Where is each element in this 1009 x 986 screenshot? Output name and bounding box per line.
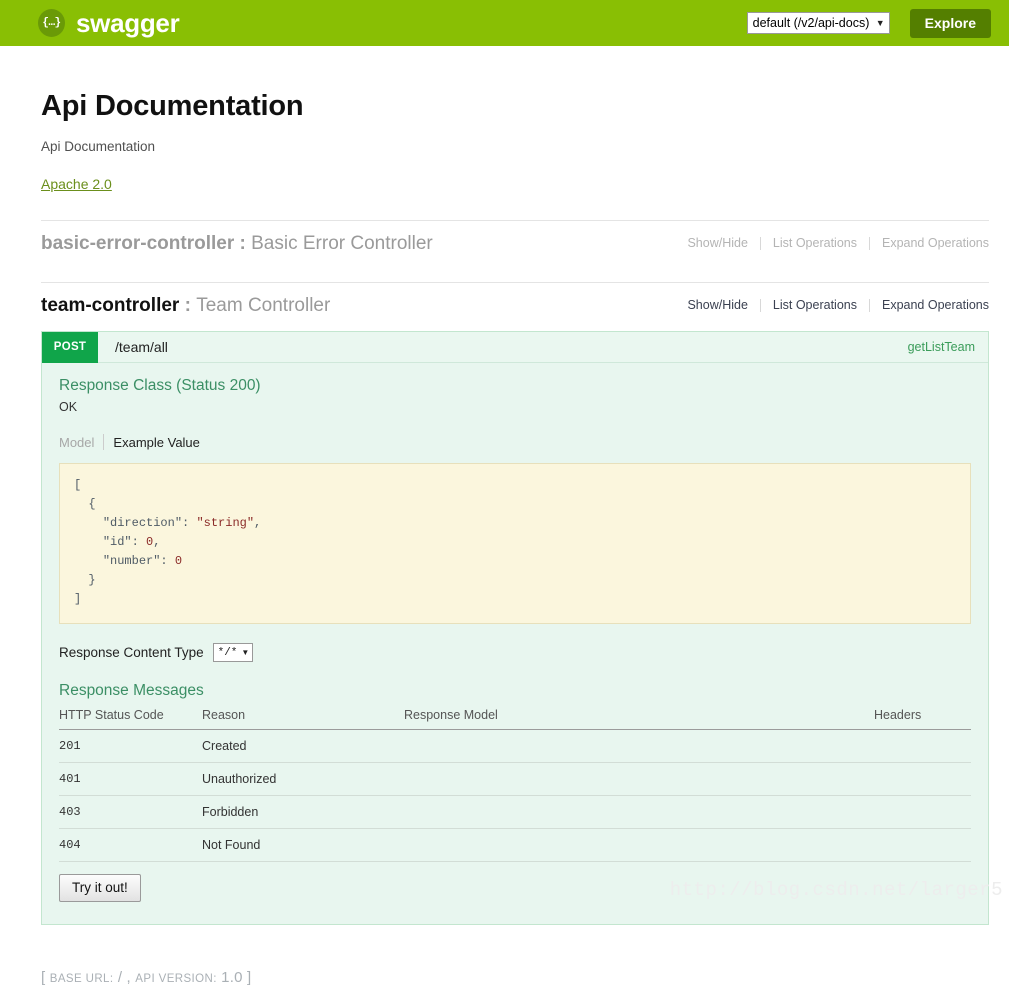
show-hide-link[interactable]: Show/Hide [675,298,759,312]
cell-response-model [404,828,874,862]
chevron-down-icon: ▼ [241,648,250,657]
table-row: 401 Unauthorized [59,762,971,796]
expand-operations-link[interactable]: Expand Operations [870,236,989,250]
response-class-title: Response Class (Status 200) [59,377,261,394]
response-content-type-value: */* [217,646,238,659]
json-line-open-array: [ [74,478,82,492]
example-value-code-block: [ { "direction": "string", "id": 0, "num… [59,463,971,624]
operation-path[interactable]: /team/all [98,339,168,355]
table-row: 404 Not Found [59,828,971,862]
json-value-number: 0 [174,554,183,568]
top-bar: {…} swagger default (/v2/api-docs) ▼ Exp… [0,0,1009,46]
json-value-direction: "string" [196,516,255,530]
resource-team-controller: team-controller : Team Controller Show/H… [41,282,989,322]
base-url-value: / , [117,969,131,986]
cell-reason: Forbidden [202,795,404,829]
api-description: Api Documentation [41,139,156,154]
response-content-type-label: Response Content Type [59,645,204,660]
cell-response-model [404,795,874,829]
table-header-row: HTTP Status Code Reason Response Model H… [59,708,971,730]
cell-headers [874,828,971,862]
resource-description: Basic Error Controller [251,233,433,254]
response-content-type-row: Response Content Type */* ▼ [59,643,971,662]
operation-nickname[interactable]: getListTeam [908,340,975,354]
footer-info: [ BASE URL: / , API VERSION: 1.0 ] [41,969,989,986]
th-http-status-code: HTTP Status Code [59,708,202,730]
footer-open-bracket: [ [41,969,46,986]
api-version-label: API VERSION: [135,973,217,985]
json-key-id: "id" [102,535,132,549]
cell-status-code: 401 [59,762,202,796]
swagger-braces-icon: {…} [38,9,65,37]
topbar-controls: default (/v2/api-docs) ▼ Explore [746,0,991,46]
json-line-close-array: ] [74,592,82,606]
license-link[interactable]: Apache 2.0 [41,176,112,192]
response-messages-title: Response Messages [59,682,204,699]
cell-reason: Not Found [202,828,404,862]
operation-post-team-all: POST /team/all getListTeam Response Clas… [41,331,989,925]
resource-basic-error-controller: basic-error-controller : Basic Error Con… [41,220,989,260]
main-content: Api Documentation Api Documentation Apac… [0,90,1009,986]
operation-body: Response Class (Status 200) OK Model Exa… [42,363,988,924]
cell-response-model [404,729,874,763]
resource-name: team-controller [41,295,180,316]
table-row: 403 Forbidden [59,795,971,829]
resource-separator: : [179,295,197,316]
base-url-label: BASE URL: [49,973,114,985]
resource-separator: : [234,233,252,254]
resource-description: Team Controller [196,295,331,316]
spec-url-value: default (/v2/api-docs) [752,15,870,30]
try-it-out-button[interactable]: Try it out! [59,874,141,902]
th-reason: Reason [202,708,404,730]
resource-name: basic-error-controller [41,233,235,254]
tab-example-value[interactable]: Example Value [104,435,199,450]
explore-button[interactable]: Explore [909,8,991,38]
json-line-close-object: } [74,573,96,587]
cell-status-code: 404 [59,828,202,862]
cell-status-code: 403 [59,795,202,829]
brand-name: swagger [76,8,180,38]
watermark-text: http://blog.csdn.net/larger5 [669,879,1003,901]
table-row: 201 Created [59,729,971,763]
list-operations-link[interactable]: List Operations [761,298,869,312]
model-example-tabs: Model Example Value [59,434,971,450]
response-class-description: OK [59,400,78,414]
tab-model[interactable]: Model [59,435,103,450]
list-operations-link[interactable]: List Operations [761,236,869,250]
resource-operations-links: Show/Hide List Operations Expand Operati… [675,298,989,312]
footer-close-bracket: ] [247,969,252,986]
th-headers: Headers [874,708,971,730]
spec-url-select[interactable]: default (/v2/api-docs) ▼ [746,12,890,34]
response-content-type-select[interactable]: */* ▼ [212,643,254,662]
resource-operations-links: Show/Hide List Operations Expand Operati… [675,236,989,250]
json-key-direction: "direction" [102,516,183,530]
http-method-badge: POST [42,331,98,363]
cell-response-model [404,762,874,796]
cell-headers [874,795,971,829]
response-messages-table: HTTP Status Code Reason Response Model H… [59,708,971,862]
cell-reason: Unauthorized [202,762,404,796]
cell-status-code: 201 [59,729,202,763]
cell-headers [874,762,971,796]
page-title: Api Documentation [41,90,304,122]
operation-header[interactable]: POST /team/all getListTeam [42,331,988,363]
cell-headers [874,729,971,763]
swagger-logo-link[interactable]: {…} swagger [38,8,180,38]
show-hide-link[interactable]: Show/Hide [675,236,759,250]
chevron-down-icon: ▼ [875,17,885,28]
json-key-number: "number" [102,554,161,568]
cell-reason: Created [202,729,404,763]
api-version-value: 1.0 [221,969,243,986]
json-line-open-object: { [74,497,96,511]
th-response-model: Response Model [404,708,874,730]
expand-operations-link[interactable]: Expand Operations [870,298,989,312]
